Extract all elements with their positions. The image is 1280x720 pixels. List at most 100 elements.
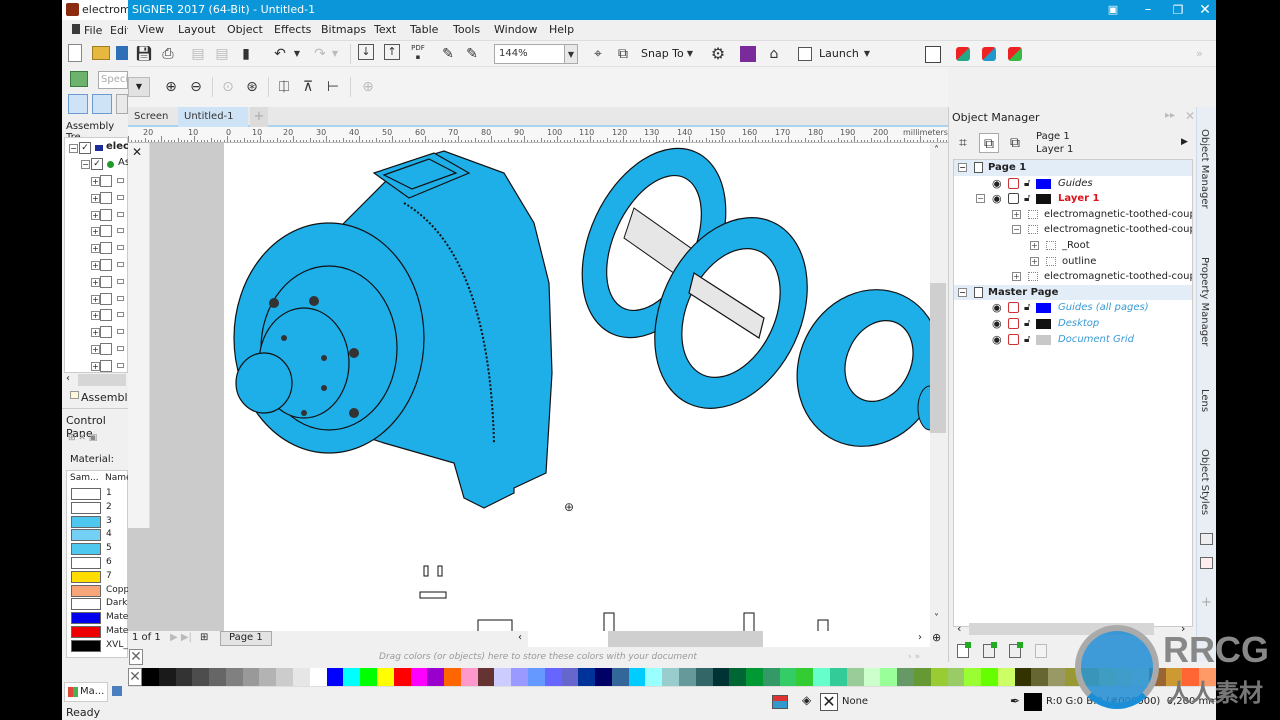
export-icon[interactable]: ↑: [384, 44, 400, 60]
palette-swatch[interactable]: [595, 668, 612, 686]
purple-tool-icon[interactable]: [740, 46, 756, 62]
collapse-icon[interactable]: −: [958, 287, 967, 297]
expand-icon[interactable]: +: [91, 361, 100, 371]
palette-swatch[interactable]: [511, 668, 528, 686]
palette-swatch[interactable]: [209, 668, 226, 686]
scroll-left-icon[interactable]: ‹: [518, 632, 522, 643]
view-icon[interactable]: [70, 71, 88, 87]
tree-view-button[interactable]: [68, 94, 88, 114]
palette-swatch[interactable]: [293, 668, 310, 686]
palette-swatch[interactable]: [276, 668, 294, 686]
tab-untitled-1[interactable]: Untitled-1: [178, 107, 248, 127]
menu-tools[interactable]: Tools: [453, 23, 480, 36]
import-icon[interactable]: ↓: [358, 44, 374, 60]
palette-swatch[interactable]: [360, 668, 377, 686]
tree-layer-row[interactable]: ◉ 🔓︎ Guides: [954, 176, 1192, 192]
new-doc-icon[interactable]: [68, 44, 82, 62]
dock-tab-property-manager[interactable]: Property Manager: [1199, 257, 1210, 346]
scroll-right-icon[interactable]: ›: [918, 632, 922, 643]
menu-help[interactable]: Help: [549, 23, 574, 36]
layer-color-swatch[interactable]: [1036, 334, 1051, 345]
palette-swatch[interactable]: [494, 668, 512, 686]
outline-color-swatch[interactable]: [1024, 693, 1042, 711]
lock-icon[interactable]: 🔓︎: [1024, 176, 1030, 191]
zoom-selected-icon[interactable]: ⊙: [218, 77, 238, 97]
tree-item[interactable]: +: [91, 175, 129, 189]
restore-button[interactable]: ❐: [1163, 0, 1193, 20]
assembly-tree[interactable]: − ✓ elect − ✓ As + + + + + + + + + + + +: [64, 137, 134, 374]
palette-swatch[interactable]: [880, 668, 898, 686]
palette-swatch[interactable]: [897, 668, 914, 686]
layer-properties-icon[interactable]: ⌗: [953, 133, 973, 153]
tree-item[interactable]: +: [91, 275, 129, 290]
cut-icon[interactable]: ▤: [188, 44, 208, 64]
lock-icon[interactable]: 🔓︎: [1024, 316, 1030, 331]
material-row[interactable]: 5: [71, 542, 131, 556]
checkbox[interactable]: [100, 359, 112, 372]
tree-object-row[interactable]: + electromagnetic-toothed-coupling-Z: [954, 207, 1192, 223]
menu-table[interactable]: Table: [410, 23, 438, 36]
palette-swatch[interactable]: [1031, 668, 1049, 686]
checkbox[interactable]: [100, 343, 112, 355]
collapse-icon[interactable]: −: [958, 163, 967, 172]
layer-color-swatch[interactable]: [1036, 303, 1051, 314]
palette-swatch[interactable]: [376, 668, 394, 686]
tree-layer-row[interactable]: ◉ 🔓︎ Guides (all pages): [954, 300, 1192, 316]
undo-dropdown[interactable]: ▼: [290, 44, 304, 64]
checkbox-checked[interactable]: ✓: [79, 142, 91, 154]
tree-item[interactable]: +: [91, 242, 129, 256]
material-row[interactable]: 6: [71, 556, 131, 569]
printer-icon[interactable]: [1008, 302, 1019, 314]
bottom-tab-materials[interactable]: Ma...: [64, 682, 108, 702]
material-row[interactable]: Mater: [71, 625, 132, 638]
palette-swatch[interactable]: [679, 668, 696, 686]
palette-swatch[interactable]: [628, 668, 646, 686]
new-tab-button[interactable]: +: [250, 107, 268, 127]
snap-dropdown[interactable]: ▼: [683, 44, 697, 64]
collapse-icon[interactable]: −: [81, 160, 90, 169]
material-row[interactable]: 2: [71, 501, 131, 514]
expand-icon[interactable]: +: [91, 345, 100, 354]
material-row[interactable]: 3: [71, 515, 131, 528]
palette-swatch[interactable]: [796, 668, 814, 686]
palette-swatch[interactable]: [192, 668, 210, 686]
zoom-navigator-icon[interactable]: ⊕: [932, 631, 941, 644]
tree-layer-row[interactable]: ◉ 🔓︎ Desktop: [954, 316, 1192, 332]
tree-object-row[interactable]: − electromagnetic-toothed-coupling-Z: [954, 222, 1192, 238]
cube-red-icon[interactable]: [956, 47, 970, 61]
document-palette[interactable]: ✕ Drag colors (or objects) here to store…: [128, 647, 948, 667]
checkbox[interactable]: [100, 326, 112, 339]
collapse-icon[interactable]: −: [69, 144, 78, 153]
visibility-eye-icon[interactable]: ◉: [992, 191, 1002, 206]
undo-icon[interactable]: ↶: [270, 44, 290, 64]
palette-swatch[interactable]: [712, 668, 730, 686]
visibility-eye-icon[interactable]: ◉: [992, 332, 1002, 347]
next-page-icon[interactable]: ▶ ▶|: [170, 632, 192, 643]
palette-swatch[interactable]: [729, 668, 747, 686]
zoom-out-icon[interactable]: ⊖: [186, 77, 206, 97]
palette-swatch[interactable]: [846, 668, 864, 686]
new-layer-icon[interactable]: [957, 642, 971, 658]
dock-tab-lens[interactable]: Lens: [1199, 389, 1210, 412]
printer-icon[interactable]: [1008, 333, 1019, 345]
panel-close-icon[interactable]: ✕: [1185, 109, 1195, 123]
scroll-down-icon[interactable]: ˅: [934, 613, 939, 624]
material-row[interactable]: 4: [71, 528, 131, 542]
expand-icon[interactable]: +: [91, 227, 100, 237]
scroll-up-icon[interactable]: ˄: [934, 145, 939, 156]
paste-icon[interactable]: ▮: [236, 44, 256, 64]
tree-item[interactable]: +: [91, 359, 129, 374]
palette-swatch[interactable]: [259, 668, 277, 686]
add-page-icon[interactable]: ⊞: [200, 632, 208, 643]
page-tab-1[interactable]: Page 1: [220, 631, 272, 646]
zoom-all-icon[interactable]: ⊛: [242, 77, 262, 97]
layer-color-swatch[interactable]: [1036, 194, 1051, 205]
add-icon[interactable]: ⊞ ✕ ▣: [68, 433, 97, 443]
save-icon[interactable]: 💾︎: [134, 44, 154, 64]
palette-swatch[interactable]: [561, 668, 579, 686]
edit-across-layers-icon[interactable]: ⧉: [979, 133, 999, 153]
palette-swatch[interactable]: [645, 668, 663, 686]
expand-icon[interactable]: +: [1030, 256, 1039, 266]
minimize-button[interactable]: –: [1133, 0, 1163, 20]
checkbox[interactable]: [100, 175, 112, 187]
